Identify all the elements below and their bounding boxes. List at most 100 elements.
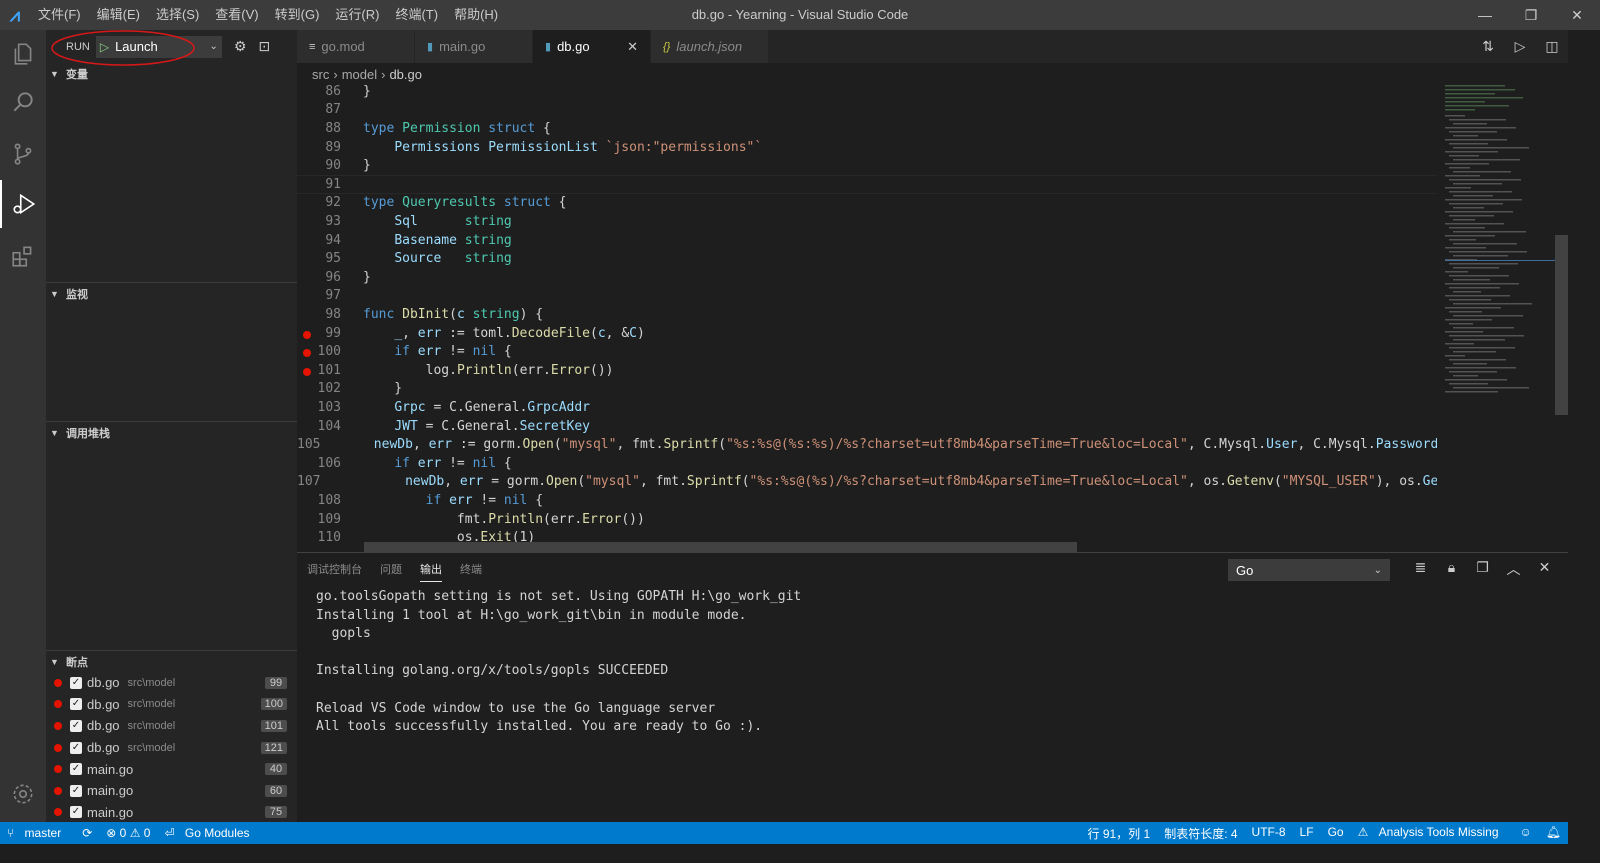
line-number[interactable]: 90 [297, 158, 341, 173]
line-number[interactable]: 91 [297, 177, 341, 192]
problems-status[interactable]: ⊗ 0 ⚠ 0 [99, 826, 157, 840]
menu-item[interactable]: 选择(S) [148, 0, 207, 30]
line-number[interactable]: 96 [297, 270, 341, 285]
panel-tab[interactable]: 问题 [380, 561, 402, 582]
minimize-icon[interactable]: — [1462, 0, 1508, 30]
breakpoint-item[interactable]: ✓ db.go src\model 100 [46, 694, 297, 716]
modules-status[interactable]: ⏎ Go Modules [157, 826, 263, 840]
close-window-icon[interactable]: ✕ [1554, 0, 1600, 30]
line-number[interactable]: 98 [297, 307, 341, 322]
breadcrumb-item[interactable]: model [342, 67, 377, 82]
chevron-down-icon[interactable]: ⌄ [209, 41, 217, 52]
breakpoint-item[interactable]: ✓ main.go 40 [46, 758, 297, 780]
code-line[interactable]: 94 Basename string [297, 231, 1437, 250]
variables-section-header[interactable]: ▼ 变量 [46, 63, 297, 85]
breakpoint-item[interactable]: ✓ db.go src\model 99 [46, 672, 297, 694]
line-number[interactable]: 97 [297, 288, 341, 303]
line-number[interactable]: 89 [297, 140, 341, 155]
code-line[interactable]: 108 if err != nil { [297, 491, 1437, 510]
line-number[interactable]: 94 [297, 233, 341, 248]
line-number[interactable]: 102 [297, 381, 341, 396]
line-number[interactable]: 101 [297, 363, 341, 378]
breakpoint-item[interactable]: ✓ main.go 75 [46, 802, 297, 824]
breakpoint-item[interactable]: ✓ db.go src\model 121 [46, 737, 297, 759]
panel-tab[interactable]: 调试控制台 [307, 561, 362, 582]
breakpoint-dot-icon[interactable] [303, 367, 311, 376]
line-number[interactable]: 86 [297, 85, 341, 99]
breadcrumb-item[interactable]: db.go [389, 67, 422, 82]
line-number[interactable]: 105 [297, 437, 320, 452]
callstack-section-header[interactable]: ▼ 调用堆栈 [46, 421, 297, 443]
close-tab-icon[interactable]: ✕ [627, 39, 638, 55]
horizontal-scrollbar[interactable] [364, 542, 1077, 552]
code-line[interactable]: 92 type Queryresults struct { [297, 194, 1437, 213]
notifications-icon[interactable]: 🔔︎ [1539, 825, 1568, 842]
menu-item[interactable]: 编辑(E) [89, 0, 148, 30]
chevron-down-icon[interactable]: ⌄ [1374, 565, 1382, 576]
open-log-icon[interactable]: ❐ [1467, 559, 1498, 579]
code-line[interactable]: 107 newDb, err = gorm.Open("mysql", fmt.… [297, 473, 1437, 492]
panel-tab[interactable]: 终端 [460, 561, 482, 582]
line-number[interactable]: 103 [297, 400, 341, 415]
line-number[interactable]: 109 [297, 512, 341, 527]
breakpoint-checkbox[interactable]: ✓ [70, 741, 82, 754]
watch-section-header[interactable]: ▼ 监视 [46, 282, 297, 304]
code-line[interactable]: 87 [297, 101, 1437, 120]
debug-console-icon[interactable]: ⊡ [258, 38, 270, 55]
line-number[interactable]: 93 [297, 214, 341, 229]
feedback-icon[interactable]: ☺ [1513, 825, 1539, 842]
code-line[interactable]: 100 if err != nil { [297, 342, 1437, 361]
code-line[interactable]: 89 Permissions PermissionList `json:"per… [297, 138, 1437, 157]
line-number[interactable]: 108 [297, 493, 341, 508]
split-editor-icon[interactable]: ◫ [1536, 38, 1568, 55]
menu-item[interactable]: 查看(V) [207, 0, 266, 30]
code-line[interactable]: 90} [297, 156, 1437, 175]
breakpoint-checkbox[interactable]: ✓ [70, 763, 82, 776]
code-line[interactable]: 101 log.Println(err.Error()) [297, 361, 1437, 380]
line-number[interactable]: 107 [297, 474, 320, 489]
line-number[interactable]: 104 [297, 419, 341, 434]
line-number[interactable]: 110 [297, 530, 341, 545]
code-line[interactable]: 93 Sql string [297, 212, 1437, 231]
panel-tab[interactable]: 输出 [420, 561, 442, 582]
breakpoint-checkbox[interactable]: ✓ [70, 719, 82, 732]
code-line[interactable]: 95 Source string [297, 249, 1437, 268]
code-line[interactable]: 102 } [297, 380, 1437, 399]
end-of-line[interactable]: LF [1293, 825, 1321, 842]
breakpoint-dot-icon[interactable] [303, 330, 311, 339]
tab-db-go[interactable]: ▮ db.go ✕ [533, 30, 651, 63]
breakpoint-checkbox[interactable]: ✓ [70, 676, 82, 689]
breakpoint-item[interactable]: ✓ db.go src\model 101 [46, 715, 297, 737]
breakpoints-section-header[interactable]: ▼ 断点 [46, 650, 297, 672]
analysis-tools-warning[interactable]: ⚠ Analysis Tools Missing [1351, 825, 1513, 842]
menu-item[interactable]: 终端(T) [387, 0, 446, 30]
scrollbar-thumb[interactable] [1555, 235, 1568, 415]
clear-output-icon[interactable]: ≣ [1405, 559, 1436, 579]
tab-go-mod[interactable]: ≡ go.mod [297, 30, 415, 63]
breadcrumb-item[interactable]: src [312, 67, 329, 82]
settings-gear-icon[interactable] [0, 770, 46, 818]
code-line[interactable]: 109 fmt.Println(err.Error()) [297, 510, 1437, 529]
compare-icon[interactable]: ⇅ [1472, 38, 1504, 55]
code-line[interactable]: 91 [297, 175, 1437, 194]
breakpoint-checkbox[interactable]: ✓ [70, 784, 82, 797]
code-line[interactable]: 105 newDb, err := gorm.Open("mysql", fmt… [297, 435, 1437, 454]
code-editor[interactable]: 86} 87 88 type Permission struct {89 Permis… [297, 85, 1437, 552]
breakpoint-item[interactable]: ✓ main.go 60 [46, 780, 297, 802]
line-number[interactable]: 106 [297, 456, 341, 471]
run-icon[interactable]: ▷ [1504, 38, 1536, 55]
line-number[interactable]: 88 [297, 121, 341, 136]
code-line[interactable]: 97 [297, 287, 1437, 306]
tab-main-go[interactable]: ▮ main.go [415, 30, 533, 63]
explorer-icon[interactable] [0, 30, 46, 78]
gear-icon[interactable]: ⚙ [234, 38, 247, 55]
search-icon[interactable] [0, 78, 46, 126]
line-number[interactable]: 87 [297, 102, 341, 117]
code-line[interactable]: 106 if err != nil { [297, 454, 1437, 473]
breakpoint-checkbox[interactable]: ✓ [70, 806, 82, 819]
line-number[interactable]: 99 [297, 326, 341, 341]
code-line[interactable]: 86} [297, 85, 1437, 101]
line-number[interactable]: 95 [297, 251, 341, 266]
code-line[interactable]: 104 JWT = C.General.SecretKey [297, 417, 1437, 436]
vertical-scrollbar[interactable] [1555, 85, 1568, 552]
